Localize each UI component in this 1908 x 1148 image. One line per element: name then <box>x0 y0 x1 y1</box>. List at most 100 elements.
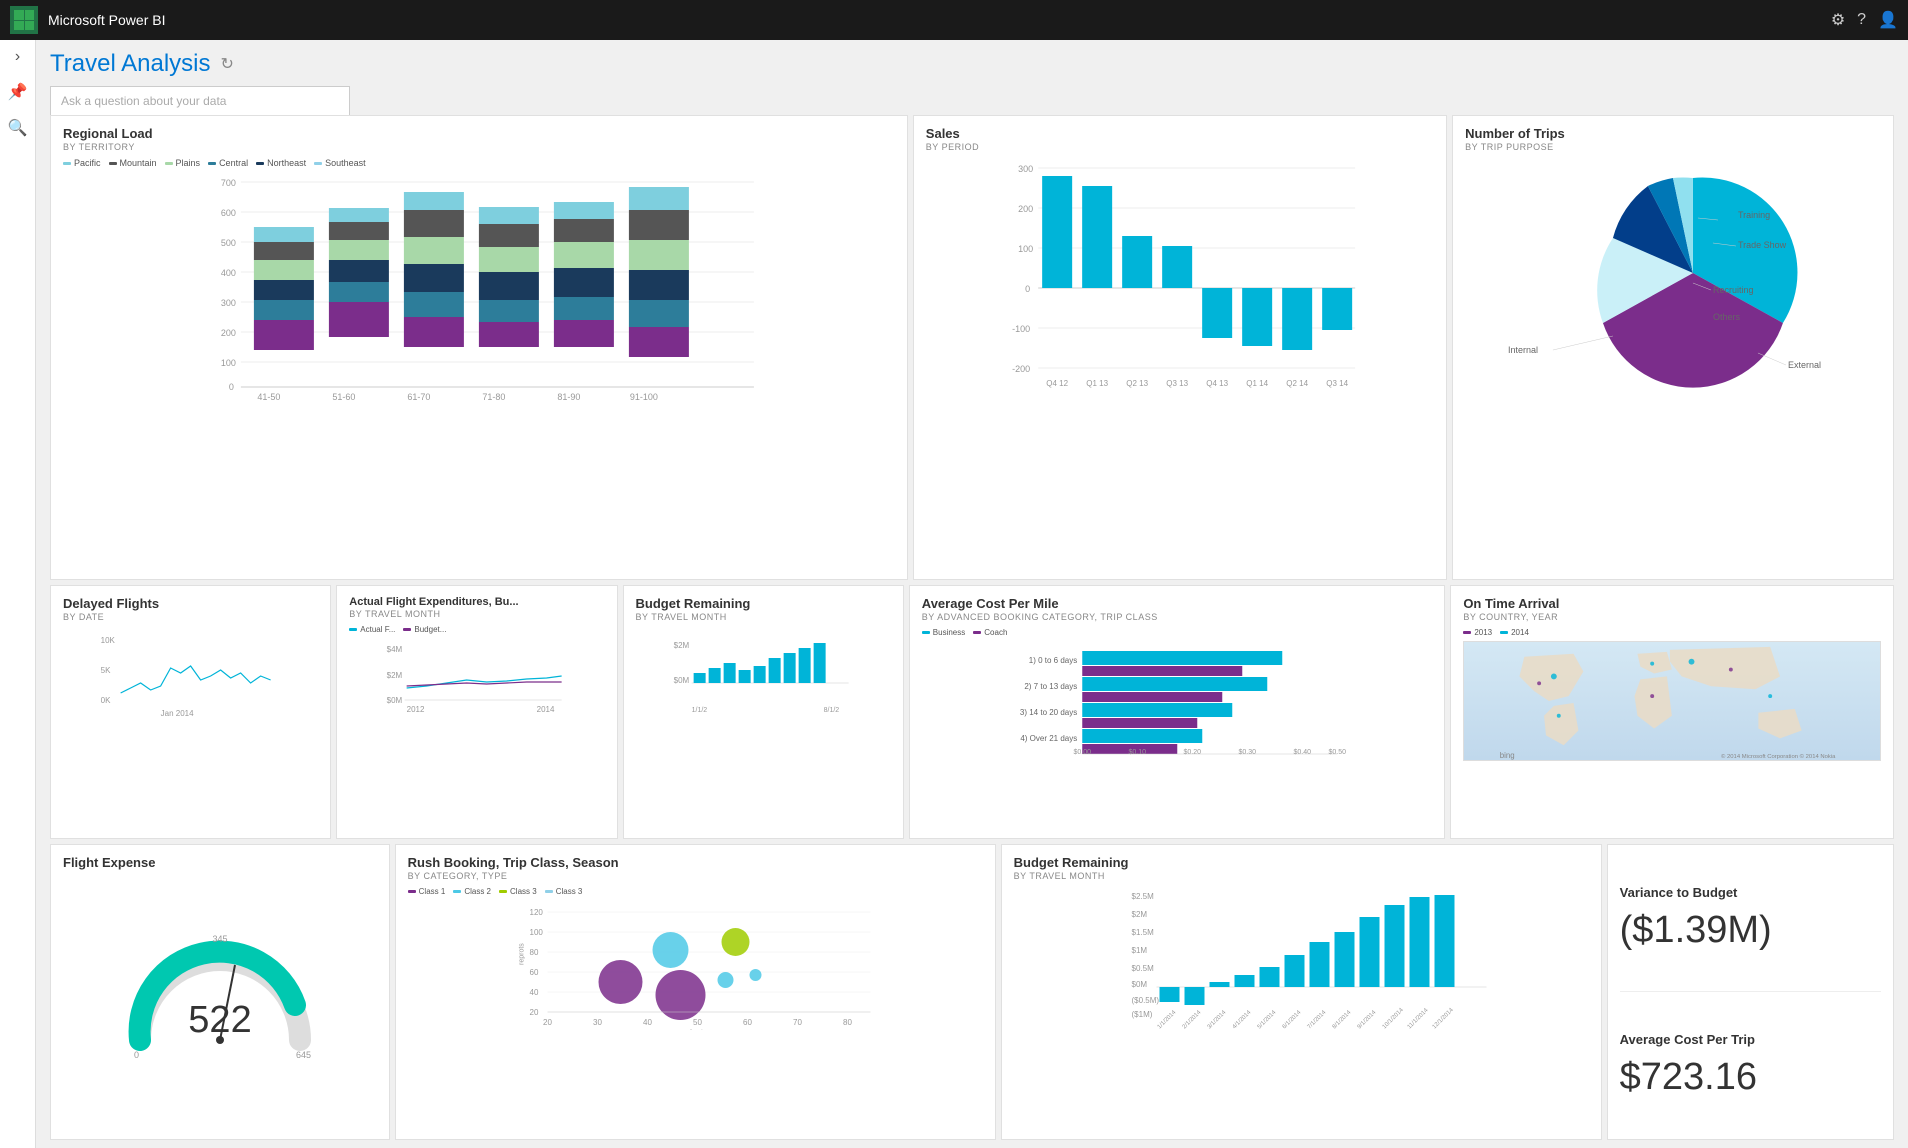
dashboard: Regional Load BY TERRITORY Pacific Mount… <box>36 115 1908 1148</box>
svg-text:60: 60 <box>529 968 538 977</box>
svg-text:100: 100 <box>221 358 236 368</box>
topbar: Microsoft Power BI ⚙ ? 👤 <box>0 0 1908 40</box>
world-map: bing © 2014 Microsoft Corporation © 2014… <box>1463 641 1881 761</box>
page-title: Travel Analysis <box>50 50 211 78</box>
rush-title: Rush Booking, Trip Class, Season <box>408 855 983 870</box>
pin-icon[interactable]: 📌 <box>8 82 28 102</box>
svg-text:2/1/2014: 2/1/2014 <box>1181 1009 1202 1030</box>
svg-text:400: 400 <box>221 268 236 278</box>
budget-top-subtitle: BY TRAVEL MONTH <box>636 612 891 622</box>
svg-text:$0.5M: $0.5M <box>1131 964 1154 973</box>
svg-text:50: 50 <box>693 1018 702 1027</box>
actual-flight-tile: Actual Flight Expenditures, Bu... BY TRA… <box>336 585 617 839</box>
budget2-chart: $2.5M $2M $1.5M $1M $0.5M $0M ($0.5M) ($… <box>1014 887 1589 1032</box>
legend-budget-line: Budget... <box>403 625 446 634</box>
avg-cost-per-trip-title: Average Cost Per Trip <box>1620 1032 1881 1047</box>
settings-icon[interactable]: ⚙ <box>1831 10 1845 30</box>
variance-value: ($1.39M) <box>1620 909 1881 952</box>
qa-input[interactable]: Ask a question about your data <box>50 86 350 116</box>
svg-text:5/1/2014: 5/1/2014 <box>1256 1009 1277 1030</box>
rush-booking-tile: Rush Booking, Trip Class, Season BY CATE… <box>395 844 996 1140</box>
legend-class3b: Class 3 <box>545 887 583 896</box>
legend-2014: 2014 <box>1500 628 1529 637</box>
svg-text:12/1/2014: 12/1/2014 <box>1431 1007 1455 1031</box>
svg-text:$0.50: $0.50 <box>1328 749 1346 756</box>
svg-text:2014: 2014 <box>537 705 555 713</box>
sidebar: › 📌 🔍 <box>0 40 36 1148</box>
expand-icon[interactable]: › <box>15 48 20 66</box>
svg-text:Q4 12: Q4 12 <box>1046 379 1068 388</box>
legend-class1: Class 1 <box>408 887 446 896</box>
svg-text:$2M: $2M <box>1131 910 1147 919</box>
svg-text:-200: -200 <box>1012 364 1030 374</box>
legend-class2: Class 2 <box>453 887 491 896</box>
svg-text:10/1/2014: 10/1/2014 <box>1381 1007 1405 1031</box>
main-content: Travel Analysis ↻ Ask a question about y… <box>36 40 1908 1148</box>
svg-text:minutes: minutes <box>683 1028 711 1030</box>
regional-load-title: Regional Load <box>63 126 895 141</box>
svg-text:345: 345 <box>212 934 227 944</box>
actual-chart: $4M $2M $0M 2012 2014 <box>349 638 604 713</box>
svg-text:Others: Others <box>1713 312 1741 322</box>
svg-text:$0M: $0M <box>1131 980 1147 989</box>
svg-text:20: 20 <box>529 1008 538 1017</box>
svg-text:© 2014 Microsoft Corporation: © 2014 Microsoft Corporation © 2014 Noki… <box>1721 753 1836 760</box>
budget2-title: Budget Remaining <box>1014 855 1589 870</box>
user-icon[interactable]: 👤 <box>1878 10 1898 30</box>
svg-text:2012: 2012 <box>407 705 425 713</box>
svg-text:$1.5M: $1.5M <box>1131 928 1154 937</box>
svg-text:reprots: reprots <box>518 943 525 965</box>
svg-text:External: External <box>1788 360 1821 370</box>
flight-expense-title: Flight Expense <box>63 855 377 870</box>
svg-text:200: 200 <box>221 328 236 338</box>
row-3: Flight Expense 0 345 645 <box>50 844 1894 1140</box>
svg-text:40: 40 <box>643 1018 652 1027</box>
page-header: Travel Analysis ↻ <box>50 50 1894 78</box>
svg-text:40: 40 <box>529 988 538 997</box>
svg-text:Q1 14: Q1 14 <box>1246 379 1268 388</box>
sales-tile: Sales BY PERIOD 300 200 100 0 -100 -200 <box>913 115 1447 580</box>
svg-text:600: 600 <box>221 208 236 218</box>
legend-southeast: Southeast <box>314 158 366 168</box>
svg-text:300: 300 <box>221 298 236 308</box>
budget2-subtitle: BY TRAVEL MONTH <box>1014 871 1589 881</box>
svg-text:Internal: Internal <box>1508 345 1538 355</box>
svg-text:1/1/2014: 1/1/2014 <box>1156 1009 1177 1030</box>
budget-top-tile: Budget Remaining BY TRAVEL MONTH $2M $0M <box>623 585 904 839</box>
app-name: Microsoft Power BI <box>48 12 1831 28</box>
svg-text:3/1/2014: 3/1/2014 <box>1206 1009 1227 1030</box>
budget-top-chart: $2M $0M 1/1/2 8/1/2 <box>636 628 891 718</box>
avg-cost-subtitle: BY ADVANCED BOOKING CATEGORY, TRIP CLASS <box>922 612 1433 622</box>
svg-text:200: 200 <box>1018 204 1033 214</box>
svg-text:$0.10: $0.10 <box>1128 749 1146 756</box>
svg-text:Q4 13: Q4 13 <box>1206 379 1228 388</box>
svg-text:0K: 0K <box>101 696 111 705</box>
refresh-icon[interactable]: ↻ <box>221 54 234 74</box>
delayed-subtitle: BY DATE <box>63 612 318 622</box>
svg-text:100: 100 <box>529 928 543 937</box>
regional-load-subtitle: BY TERRITORY <box>63 142 895 152</box>
variance-tile: Variance to Budget ($1.39M) Average Cost… <box>1607 844 1894 1140</box>
topbar-actions: ⚙ ? 👤 <box>1831 10 1898 30</box>
svg-text:7/1/2014: 7/1/2014 <box>1306 1009 1327 1030</box>
sales-subtitle: BY PERIOD <box>926 142 1434 152</box>
svg-text:4) Over 21 days: 4) Over 21 days <box>1020 734 1077 743</box>
regional-load-tile: Regional Load BY TERRITORY Pacific Mount… <box>50 115 908 580</box>
legend-plains: Plains <box>165 158 201 168</box>
help-icon[interactable]: ? <box>1857 11 1866 29</box>
svg-text:3) 14 to 20 days: 3) 14 to 20 days <box>1020 708 1077 717</box>
svg-text:($0.5M): ($0.5M) <box>1131 996 1159 1005</box>
legend-business: Business <box>922 628 965 637</box>
delayed-title: Delayed Flights <box>63 596 318 611</box>
trips-tile: Number of Trips BY TRIP PURPOSE <box>1452 115 1894 580</box>
legend-pacific: Pacific <box>63 158 101 168</box>
svg-text:$0.40: $0.40 <box>1293 749 1311 756</box>
svg-text:bing: bing <box>1500 751 1515 760</box>
svg-text:51-60: 51-60 <box>332 392 355 402</box>
svg-text:100: 100 <box>1018 244 1033 254</box>
svg-text:41-50: 41-50 <box>257 392 280 402</box>
svg-text:0: 0 <box>1025 284 1030 294</box>
gauge-chart: 0 345 645 522 <box>120 920 320 1070</box>
legend-coach: Coach <box>973 628 1007 637</box>
search-icon[interactable]: 🔍 <box>8 118 28 138</box>
